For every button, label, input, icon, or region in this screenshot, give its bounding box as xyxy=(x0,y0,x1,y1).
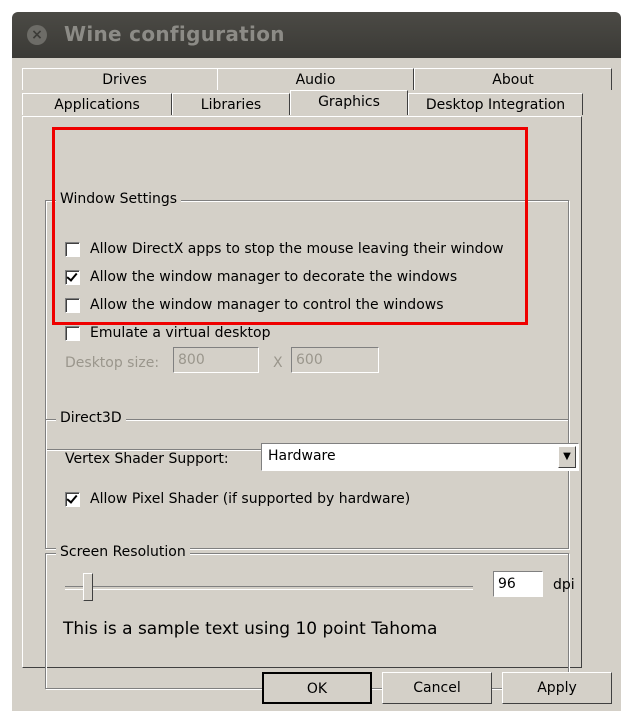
sample-text: This is a sample text using 10 point Tah… xyxy=(63,619,438,639)
vertex-shader-select[interactable]: Hardware ▼ xyxy=(261,443,579,471)
dpi-slider-track[interactable] xyxy=(65,586,473,590)
tab-about[interactable]: About xyxy=(414,68,612,90)
desktop-height-input[interactable]: 600 xyxy=(291,347,379,373)
option-control-windows[interactable]: Allow the window manager to control the … xyxy=(65,295,444,315)
ok-button[interactable]: OK xyxy=(262,672,372,704)
dropdown-arrow-icon[interactable]: ▼ xyxy=(558,446,576,468)
dpi-unit-label: dpi xyxy=(553,577,575,593)
option-directx-mouse[interactable]: Allow DirectX apps to stop the mouse lea… xyxy=(65,239,504,259)
checkbox-decorate-windows[interactable] xyxy=(65,269,80,285)
desktop-size-label: Desktop size: xyxy=(65,355,160,371)
checkbox-virtual-desktop[interactable] xyxy=(65,325,80,341)
option-label: Allow the window manager to control the … xyxy=(90,297,444,313)
window-settings-title: Window Settings xyxy=(56,191,182,207)
option-decorate-windows[interactable]: Allow the window manager to decorate the… xyxy=(65,267,457,287)
vertex-shader-label: Vertex Shader Support: xyxy=(65,451,229,467)
graphics-panel: Window Settings Allow DirectX apps to st… xyxy=(22,116,582,689)
checkbox-control-windows[interactable] xyxy=(65,297,80,313)
tab-audio[interactable]: Audio xyxy=(217,68,414,90)
size-separator: X xyxy=(273,355,283,371)
dialog-body: Drives Audio About Applications Librarie… xyxy=(12,58,621,711)
tab-drives[interactable]: Drives xyxy=(22,68,227,90)
wine-configuration-window: × Wine configuration Drives Audio About … xyxy=(0,0,621,711)
option-label: Emulate a virtual desktop xyxy=(90,325,271,341)
tab-desktop-integration[interactable]: Desktop Integration xyxy=(408,93,583,115)
cancel-button[interactable]: Cancel xyxy=(382,672,492,704)
option-label: Allow the window manager to decorate the… xyxy=(90,269,458,285)
option-virtual-desktop[interactable]: Emulate a virtual desktop xyxy=(65,323,270,343)
window-title: Wine configuration xyxy=(64,22,285,46)
tab-libraries[interactable]: Libraries xyxy=(172,93,290,115)
dpi-slider-thumb[interactable] xyxy=(83,573,93,601)
vertex-shader-value: Hardware xyxy=(268,448,336,464)
close-icon[interactable]: × xyxy=(27,25,47,45)
checkbox-pixel-shader[interactable] xyxy=(65,491,80,507)
direct3d-title: Direct3D xyxy=(56,410,126,426)
desktop-width-input[interactable]: 800 xyxy=(173,347,259,373)
checkbox-directx-mouse[interactable] xyxy=(65,241,80,257)
title-bar[interactable]: × Wine configuration xyxy=(12,12,621,58)
apply-button[interactable]: Apply xyxy=(502,672,612,704)
option-label: Allow DirectX apps to stop the mouse lea… xyxy=(90,241,504,257)
screen-resolution-title: Screen Resolution xyxy=(56,544,190,560)
direct3d-group: Direct3D xyxy=(45,410,569,549)
option-label: Allow Pixel Shader (if supported by hard… xyxy=(90,491,411,507)
tab-graphics[interactable]: Graphics xyxy=(290,90,408,115)
option-pixel-shader[interactable]: Allow Pixel Shader (if supported by hard… xyxy=(65,489,410,509)
dpi-input[interactable]: 96 xyxy=(493,571,543,597)
tab-applications[interactable]: Applications xyxy=(22,93,172,115)
